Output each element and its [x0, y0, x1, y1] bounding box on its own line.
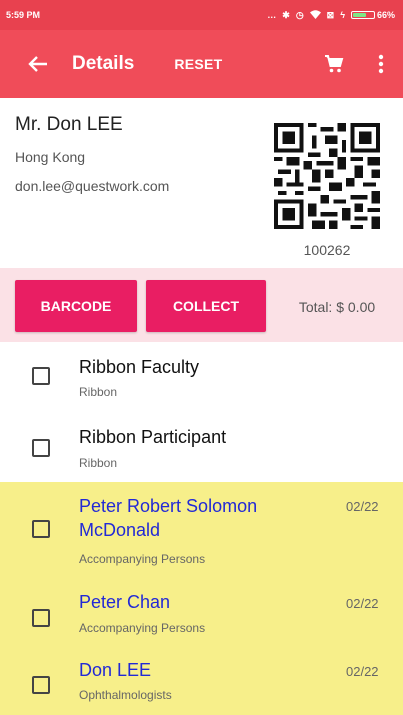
battery-icon — [350, 11, 375, 19]
overflow-menu-button[interactable] — [366, 46, 396, 82]
item-title: Ribbon Participant — [79, 427, 227, 447]
back-button[interactable] — [10, 36, 66, 92]
item-subtitle: Accompanying Persons — [79, 552, 206, 566]
shopping-cart-icon — [325, 55, 344, 73]
barcode-button[interactable]: BARCODE — [15, 280, 137, 332]
app-bar: Details RESET — [0, 30, 403, 98]
profile-card: Mr. Don LEE Hong Kong don.lee@questwork.… — [0, 98, 403, 268]
item-checkbox[interactable] — [32, 367, 50, 385]
item-title: Peter Robert Solomon McDonald — [79, 496, 258, 540]
list-item[interactable]: Ribbon Faculty Ribbon — [0, 342, 403, 414]
qr-code — [274, 123, 380, 229]
member-id: 100262 — [303, 242, 351, 258]
item-subtitle: Ribbon — [79, 456, 118, 470]
status-icons: … ✱ ◷ ⊠ ϟ 66% — [267, 10, 395, 21]
item-checkbox[interactable] — [32, 439, 50, 457]
more-vertical-icon — [378, 54, 384, 74]
battery-level — [352, 13, 367, 17]
item-subtitle: Ribbon — [79, 385, 118, 399]
item-date: 02/22 — [346, 664, 379, 679]
status-bar: 5:59 PM … ✱ ◷ ⊠ ϟ 66% — [0, 0, 403, 30]
item-date: 02/22 — [346, 499, 379, 514]
item-checkbox[interactable] — [32, 520, 50, 538]
cart-button[interactable] — [316, 46, 352, 82]
item-subtitle: Accompanying Persons — [79, 621, 206, 635]
total-amount: Total: $ 0.00 — [298, 299, 376, 315]
item-title: Don LEE — [79, 660, 152, 680]
list-item[interactable]: Peter Chan Accompanying Persons 02/22 — [0, 585, 403, 652]
list-item[interactable]: Don LEE Ophthalmologists 02/22 — [0, 652, 403, 715]
charging-icon: ϟ — [340, 10, 345, 20]
alarm-icon: ◷ — [295, 9, 304, 20]
page-title: Details — [72, 53, 135, 74]
arrow-left-icon — [28, 56, 47, 72]
reset-button[interactable]: RESET — [174, 56, 222, 72]
attendee-email: don.lee@questwork.com — [15, 178, 170, 194]
item-subtitle: Ophthalmologists — [79, 688, 172, 702]
item-date: 02/22 — [346, 596, 379, 611]
sim-icon: ⊠ — [326, 9, 335, 20]
attendee-city: Hong Kong — [15, 149, 86, 165]
item-title: Peter Chan — [79, 592, 171, 612]
more-dots-icon: … — [267, 10, 277, 20]
collect-button[interactable]: COLLECT — [146, 280, 266, 332]
list-item[interactable]: Ribbon Participant Ribbon — [0, 414, 403, 482]
battery-indicator: 66% — [350, 10, 395, 20]
list-item[interactable]: Peter Robert Solomon McDonald Accompanyi… — [0, 482, 403, 585]
status-time: 5:59 PM — [6, 10, 41, 20]
item-title: Ribbon Faculty — [79, 357, 200, 377]
attendee-name: Mr. Don LEE — [15, 114, 123, 135]
item-checkbox[interactable] — [32, 609, 50, 627]
action-bar: BARCODE COLLECT Total: $ 0.00 — [0, 268, 403, 342]
bluetooth-icon: ✱ — [282, 9, 290, 20]
battery-label: 66% — [376, 10, 395, 20]
wifi-icon — [309, 9, 321, 21]
item-checkbox[interactable] — [32, 676, 50, 694]
